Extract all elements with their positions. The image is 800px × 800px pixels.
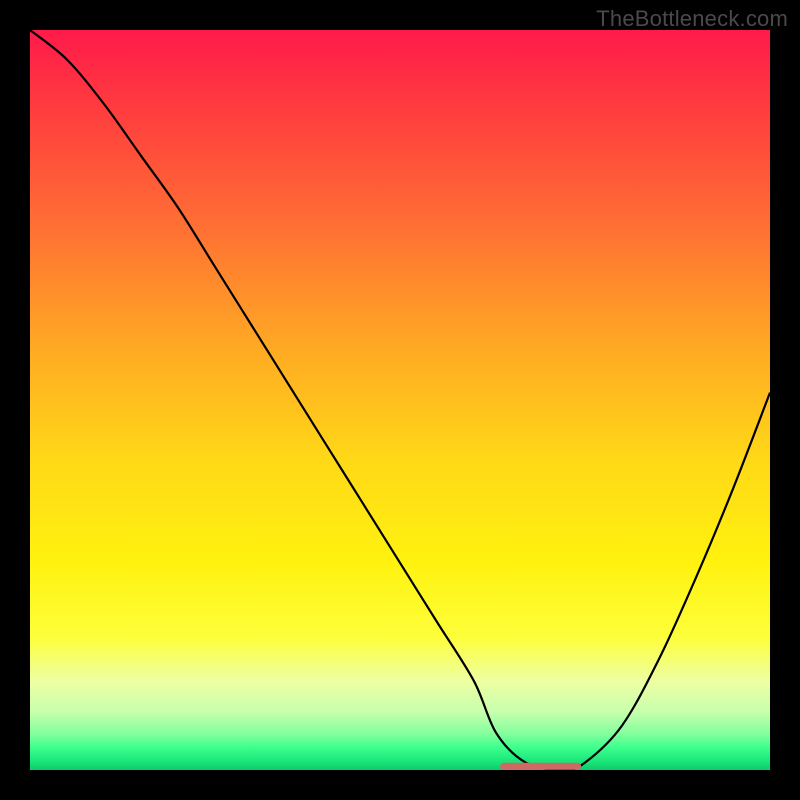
curve-layer xyxy=(30,30,770,770)
chart-frame: TheBottleneck.com xyxy=(0,0,800,800)
watermark-text: TheBottleneck.com xyxy=(596,6,788,32)
bottleneck-curve xyxy=(30,30,770,770)
plot-area xyxy=(30,30,770,770)
